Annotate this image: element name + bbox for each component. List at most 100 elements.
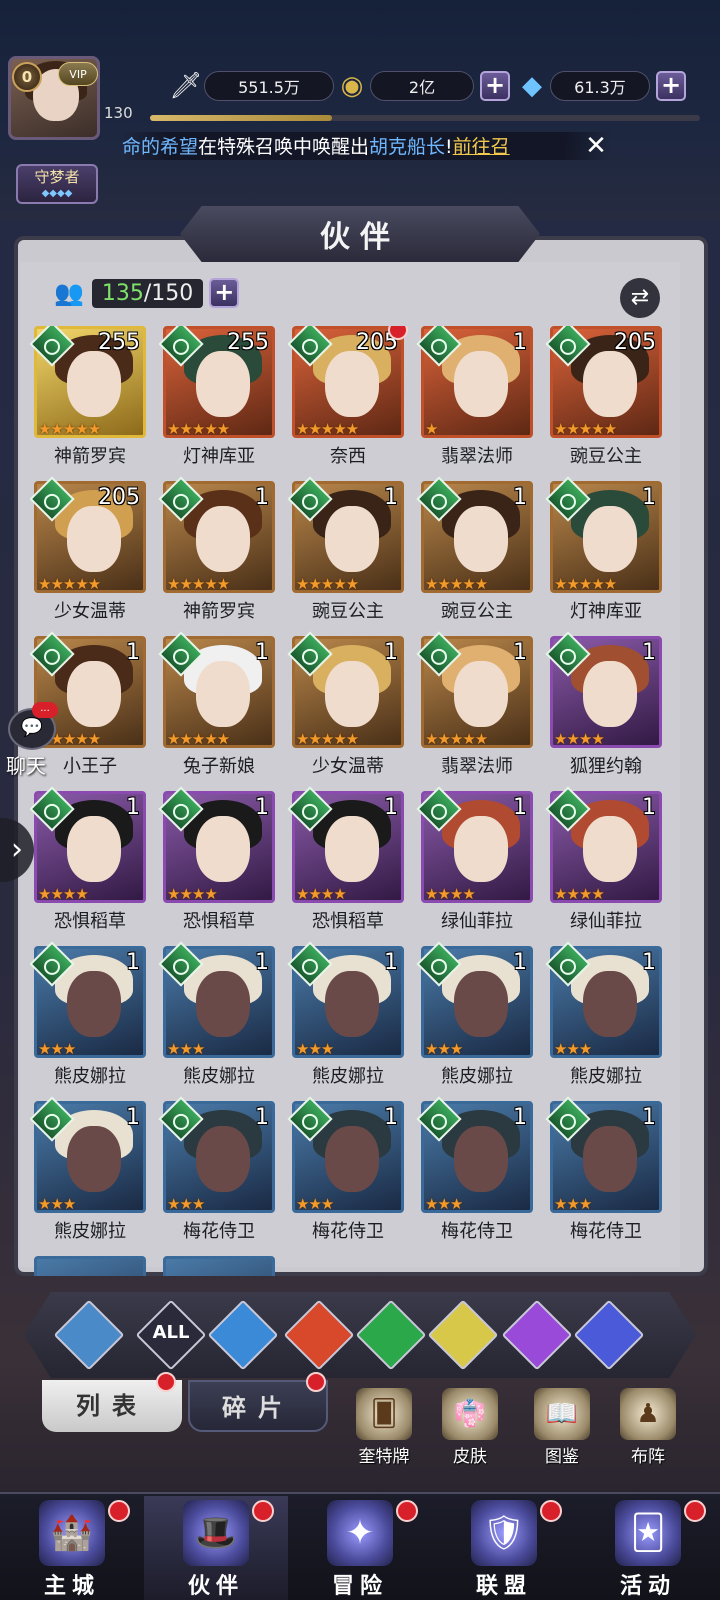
hero-name: 灯神库亚	[183, 446, 255, 467]
hero-face	[196, 506, 250, 572]
hero-face	[67, 1126, 121, 1192]
hero-card[interactable]: 205 ★★★★★ 少女温蒂	[30, 476, 150, 626]
hero-stars: ★★★★★	[296, 730, 359, 748]
hero-card[interactable]: 255 ★★★★★ 神箭罗宾	[30, 326, 150, 471]
hero-face	[325, 1126, 379, 1192]
hero-face	[454, 971, 508, 1037]
hero-card[interactable]: 1 ★★★ 梅花侍卫	[416, 1096, 537, 1246]
hero-stars: ★★★★	[296, 885, 347, 903]
hero-name: 熊皮娜拉	[54, 1066, 126, 1087]
hero-card[interactable]: 1 ★★★ 熊皮娜拉	[287, 941, 408, 1091]
hero-card-partial[interactable]	[159, 1256, 279, 1276]
hero-level: 205	[614, 330, 656, 355]
hero-card[interactable]: 1 ★★★ 熊皮娜拉	[30, 1096, 150, 1246]
hero-card[interactable]: 1 ★★★ 熊皮娜拉	[545, 941, 666, 1091]
adventure-icon: ✦	[327, 1500, 393, 1566]
close-icon[interactable]: ✕	[580, 130, 612, 162]
hero-level: 1	[255, 1105, 269, 1130]
hero-card[interactable]: 1 ★★★★★ 兔子新娘	[158, 631, 279, 781]
hero-name: 兔子新娘	[183, 756, 255, 777]
vip-badge[interactable]: VIP	[58, 62, 98, 86]
hero-card[interactable]: 255 ★★★★★ 灯神库亚	[158, 326, 279, 471]
hero-portrait	[34, 1256, 146, 1276]
hero-card[interactable]: 1 ★★★★ 恐惧稻草	[287, 786, 408, 936]
hero-face	[454, 506, 508, 572]
player-title: 守梦者	[34, 168, 80, 186]
hero-card[interactable]: 1 ★★★★ 恐惧稻草	[30, 786, 150, 936]
expand-capacity-button[interactable]: +	[209, 278, 240, 308]
marquee-part3: !	[445, 136, 453, 158]
hero-name: 少女温蒂	[54, 601, 126, 622]
hero-card[interactable]: 1 ★★★★★ 豌豆公主	[416, 476, 537, 626]
hero-name: 绿仙菲拉	[570, 911, 642, 932]
hero-level: 1	[513, 950, 527, 975]
hero-card[interactable]: 205 ★★★★★ 奈西	[287, 326, 408, 471]
hero-card[interactable]: 1 ★ 翡翠法师	[416, 326, 537, 471]
hero-level: 1	[255, 795, 269, 820]
hero-card[interactable]: 1 ★★★★★ 灯神库亚	[545, 476, 666, 626]
sub-item-label: 奎特牌	[358, 1447, 410, 1467]
hero-card[interactable]: 1 ★★★★★ 神箭罗宾	[158, 476, 279, 626]
hero-card[interactable]: 1 ★★★★ 绿仙菲拉	[416, 786, 537, 936]
chat-button[interactable]: 💬 ... 聊天	[0, 702, 60, 780]
hero-card[interactable]: 1 ★★★ 熊皮娜拉	[158, 941, 279, 1091]
add-gold-button[interactable]: +	[480, 71, 510, 101]
hero-stars: ★★★	[296, 1040, 334, 1058]
hero-face	[583, 351, 637, 417]
title-stars: ◆◆◆◆	[41, 188, 73, 199]
hero-card[interactable]: 1 ★★★★ 狐狸约翰	[545, 631, 666, 781]
hero-face	[583, 661, 637, 727]
card-button[interactable]: 🂠 奎特牌	[346, 1388, 422, 1467]
gold-value: 2亿	[370, 71, 474, 101]
hero-face	[454, 816, 508, 882]
hero-level: 1	[384, 795, 398, 820]
hero-card[interactable]: 1 ★★★★★ 翡翠法师	[416, 631, 537, 781]
companion-icon: 🎩	[183, 1500, 249, 1566]
hero-card[interactable]: 1 ★★★ 梅花侍卫	[158, 1096, 279, 1246]
hero-level: 1	[513, 330, 527, 355]
codex-button[interactable]: 📖 图鉴	[524, 1388, 600, 1467]
hero-card[interactable]: 205 ★★★★★ 豌豆公主	[545, 326, 666, 471]
hero-card[interactable]: 1 ★★★ 梅花侍卫	[287, 1096, 408, 1246]
hero-card-partial[interactable]	[30, 1256, 150, 1276]
alliance-icon: 🛡	[471, 1500, 537, 1566]
nav-notification-dot	[252, 1500, 274, 1522]
gold-coin-icon: ◉	[340, 71, 364, 101]
hero-name: 少女温蒂	[312, 756, 384, 777]
hero-card[interactable]: 1 ★★★ 梅花侍卫	[545, 1096, 666, 1246]
hero-face	[67, 351, 121, 417]
hero-name: 奈西	[330, 446, 366, 467]
filter-label: ALL	[152, 1322, 190, 1343]
player-title-badge[interactable]: 守梦者 ◆◆◆◆	[16, 164, 98, 204]
hero-level: 1	[126, 1105, 140, 1130]
hero-level: 1	[384, 640, 398, 665]
hero-card[interactable]: 1 ★★★ 熊皮娜拉	[416, 941, 537, 1091]
hero-level: 1	[513, 1105, 527, 1130]
tab-shards-notification-dot	[306, 1372, 326, 1392]
hero-face	[454, 1126, 508, 1192]
hero-card[interactable]: 1 ★★★★ 恐惧稻草	[158, 786, 279, 936]
sub-item-label: 皮肤	[453, 1447, 487, 1467]
hero-stars: ★★★★★	[425, 730, 488, 748]
hero-stars: ★★★	[554, 1040, 592, 1058]
hero-stars: ★★★★★	[167, 575, 230, 593]
add-gems-button[interactable]: +	[656, 71, 686, 101]
hero-stars: ★★★★★	[425, 575, 488, 593]
player-level-badge: 0	[12, 62, 42, 92]
sort-toggle-icon[interactable]: ⇄	[620, 278, 660, 318]
hero-stars: ★★★	[296, 1195, 334, 1213]
gem-resource: ◆ 61.3万 +	[514, 68, 686, 104]
formation-button[interactable]: ♟ 布阵	[610, 1388, 686, 1467]
outfit-button[interactable]: 👘 皮肤	[432, 1388, 508, 1467]
hero-level: 205	[98, 485, 140, 510]
chat-label: 聊天	[6, 754, 46, 778]
hero-stars: ★★★★	[38, 885, 89, 903]
nav-notification-dot	[396, 1500, 418, 1522]
hero-card[interactable]: 1 ★★★★ 绿仙菲拉	[545, 786, 666, 936]
hero-face	[196, 1126, 250, 1192]
power-value: 551.5万	[204, 71, 334, 101]
marquee-link[interactable]: 前往召	[453, 136, 510, 158]
hero-card[interactable]: 1 ★★★★★ 少女温蒂	[287, 631, 408, 781]
hero-card[interactable]: 1 ★★★★★ 豌豆公主	[287, 476, 408, 626]
hero-card[interactable]: 1 ★★★ 熊皮娜拉	[30, 941, 150, 1091]
